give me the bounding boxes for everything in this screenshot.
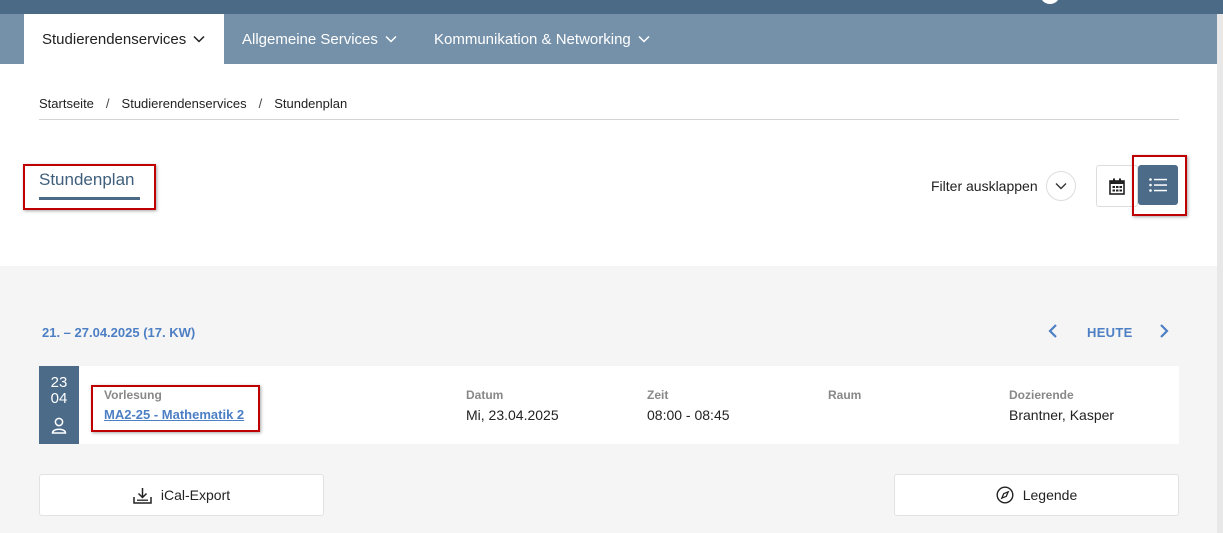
- date-value: Mi, 23.04.2025: [466, 407, 559, 423]
- highlight-box: [91, 385, 260, 432]
- calendar-icon: [1109, 178, 1125, 195]
- week-range: 21. – 27.04.2025 (17. KW): [42, 325, 196, 340]
- breadcrumb-separator: /: [258, 96, 263, 111]
- nav-tab-label: Allgemeine Services: [242, 30, 378, 48]
- event-day: 23: [50, 374, 68, 391]
- chevron-down-icon: [638, 35, 650, 43]
- time-value: 08:00 - 08:45: [647, 407, 730, 423]
- chevron-left-icon: [1048, 324, 1057, 338]
- legend-button[interactable]: Legende: [894, 474, 1179, 516]
- compass-icon: [996, 486, 1014, 504]
- event-month: 04: [50, 390, 68, 407]
- legend-label: Legende: [1022, 487, 1078, 503]
- room-label: Raum: [828, 388, 862, 402]
- previous-week-button[interactable]: [1046, 323, 1060, 344]
- chevron-right-icon: [1160, 324, 1169, 338]
- main-navigation: Studierendenservices Allgemeine Services…: [0, 14, 1223, 64]
- breadcrumb-item-startseite[interactable]: Startseite: [39, 96, 94, 111]
- scrollbar[interactable]: [1217, 14, 1223, 533]
- event-date-badge: 23 04: [39, 366, 79, 444]
- nav-tab-label: Kommunikation & Networking: [434, 30, 631, 48]
- breadcrumb-separator: /: [105, 96, 110, 111]
- filter-toggle-button[interactable]: [1046, 171, 1076, 201]
- top-bar: [0, 0, 1223, 14]
- date-label: Datum: [466, 388, 504, 402]
- ical-export-button[interactable]: iCal-Export: [39, 474, 324, 516]
- today-button[interactable]: HEUTE: [1087, 325, 1133, 340]
- next-week-button[interactable]: [1157, 323, 1171, 344]
- nav-tab-kommunikation-networking[interactable]: Kommunikation & Networking: [434, 14, 650, 64]
- divider: [39, 119, 1179, 120]
- ical-export-label: iCal-Export: [160, 487, 231, 503]
- highlight-box: [23, 164, 156, 210]
- time-label: Zeit: [647, 388, 669, 402]
- nav-tab-allgemeine-services[interactable]: Allgemeine Services: [242, 14, 397, 64]
- person-icon: [51, 417, 67, 439]
- filter-toggle-label[interactable]: Filter ausklappen: [931, 178, 1038, 194]
- chevron-down-icon: [385, 35, 397, 43]
- lecturer-value: Brantner, Kasper: [1009, 407, 1115, 423]
- nav-tab-label: Studierendenservices: [42, 30, 187, 48]
- breadcrumb-item-studierendenservices[interactable]: Studierendenservices: [122, 96, 247, 111]
- breadcrumb-item-stundenplan: Stundenplan: [274, 96, 348, 111]
- download-icon: [133, 487, 152, 504]
- breadcrumb: Startseite / Studierendenservices / Stun…: [39, 96, 347, 111]
- chevron-down-icon: [193, 35, 205, 43]
- user-avatar[interactable]: [1040, 0, 1060, 4]
- chevron-down-icon: [1055, 183, 1067, 190]
- lecturer-label: Dozierende: [1009, 388, 1074, 402]
- nav-tab-studierendenservices[interactable]: Studierendenservices: [24, 14, 224, 64]
- highlight-box: [1132, 155, 1187, 216]
